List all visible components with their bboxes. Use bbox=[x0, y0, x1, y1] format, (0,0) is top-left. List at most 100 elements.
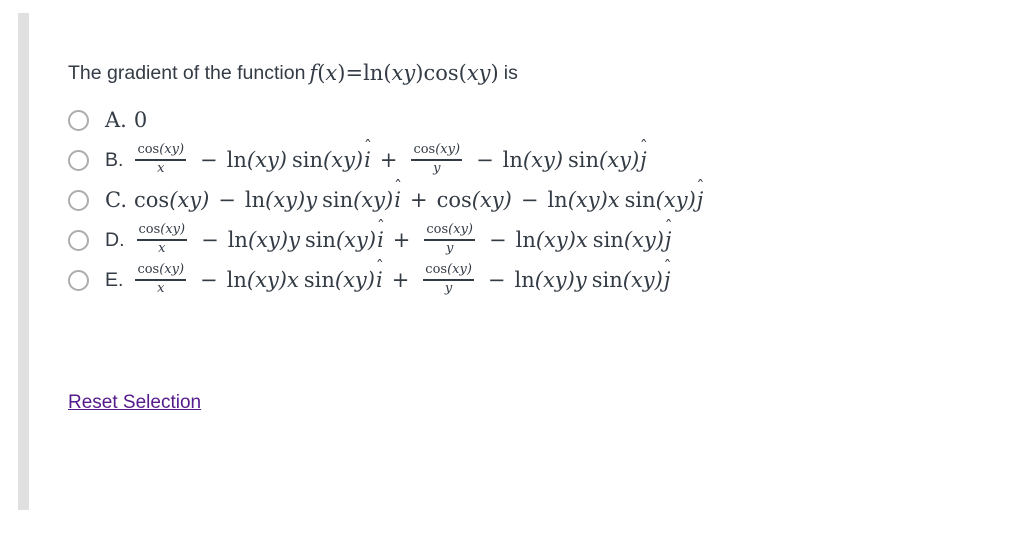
unit-vector-j-icon-b: ˆj bbox=[640, 138, 648, 172]
option-row-d[interactable]: D. cos(xy) x − ln (xy) y sin (xy) ˆ i + cos(xy) … bbox=[68, 218, 1018, 260]
sin-arg-e-j: (xy) bbox=[622, 267, 663, 292]
ln-c-j: ln bbox=[547, 188, 568, 212]
plus-e: + bbox=[391, 267, 410, 292]
reset-selection-link[interactable]: Reset Selection bbox=[68, 392, 201, 414]
sin-arg-b-i: (xy) bbox=[323, 147, 364, 172]
frac-arg-b-j: (xy) bbox=[435, 142, 461, 158]
option-d-frac-num-j: cos(xy) bbox=[424, 222, 475, 239]
option-b-frac-num-j: cos(xy) bbox=[411, 142, 462, 159]
frac-arg-b-i: (xy) bbox=[159, 142, 185, 158]
option-b-fraction-j: cos(xy) y bbox=[411, 142, 463, 176]
frac-arg-e-i: (xy) bbox=[159, 262, 185, 278]
unit-vector-i-icon-b: ˆi bbox=[364, 138, 372, 172]
frac-cos-d-j: cos bbox=[426, 222, 449, 238]
hat-accent-e-j: ˆ bbox=[663, 256, 672, 276]
frac-arg-d-j: (xy) bbox=[448, 222, 473, 238]
question-suffix-text: is bbox=[503, 62, 518, 84]
option-c-expression: cos (xy) − ln (xy) y sin (xy) ˆ i + cos (xy) − ln (xy) x… bbox=[134, 179, 704, 213]
option-row-b[interactable]: B. cos(xy) x − ln (xy) sin (xy) ˆ i + cos(xy) y… bbox=[68, 138, 1018, 180]
option-e-frac-num-j: cos(xy) bbox=[423, 262, 474, 279]
radio-option-b[interactable] bbox=[68, 149, 89, 171]
radio-option-c[interactable] bbox=[68, 189, 89, 211]
sin-e-j: sin bbox=[591, 267, 623, 292]
ln-c-i: ln bbox=[244, 188, 266, 212]
minus-c-j: − bbox=[520, 188, 539, 212]
option-d-fraction-i: cos(xy) x bbox=[136, 222, 188, 256]
option-b-fraction-i: cos(xy) x bbox=[135, 142, 187, 176]
ln-arg-b-j: (xy) bbox=[522, 147, 564, 172]
option-letter-c: C. bbox=[105, 188, 127, 212]
option-letter-a: A. bbox=[105, 108, 127, 132]
option-d-frac-num-i: cos(xy) bbox=[137, 222, 188, 239]
radio-option-d[interactable] bbox=[68, 229, 89, 251]
option-letter-b: B. bbox=[105, 148, 124, 171]
unit-vector-i-icon-c: ˆi bbox=[394, 179, 402, 213]
factor-c-j: x bbox=[607, 188, 620, 212]
ln-b-i: ln bbox=[226, 147, 247, 172]
hat-accent-d-j: ˆ bbox=[664, 216, 673, 236]
sin-b-i: sin bbox=[292, 147, 324, 172]
hat-accent-c-i: ˆ bbox=[393, 177, 402, 196]
factor-e-j: y bbox=[574, 267, 587, 292]
unit-vector-i-icon-d: ˆi bbox=[377, 218, 385, 252]
frac-arg-d-i: (xy) bbox=[160, 222, 186, 238]
formula-cos-close: ) bbox=[490, 61, 499, 85]
sin-arg-d-i: (xy) bbox=[335, 227, 377, 252]
hat-accent-b-i: ˆ bbox=[363, 136, 372, 156]
radio-option-a[interactable] bbox=[68, 109, 89, 131]
frac-arg-e-j: (xy) bbox=[447, 262, 472, 278]
option-row-e[interactable]: E. cos(xy) x − ln (xy) x sin (xy) ˆ i + cos(xy) … bbox=[68, 258, 1018, 300]
sin-c-j: sin bbox=[624, 188, 656, 212]
sin-arg-c-j: (xy) bbox=[655, 188, 696, 212]
ln-arg-c-j: (xy) bbox=[567, 188, 608, 212]
sin-arg-b-j: (xy) bbox=[599, 147, 640, 172]
sin-e-i: sin bbox=[303, 267, 335, 292]
minus-e-i: − bbox=[200, 267, 218, 292]
sin-arg-e-i: (xy) bbox=[334, 267, 375, 292]
cos-c-i: cos bbox=[134, 188, 170, 212]
option-row-a[interactable]: A. 0 bbox=[68, 100, 1018, 140]
option-letter-e: E. bbox=[105, 268, 124, 291]
factor-d-j: x bbox=[575, 227, 588, 252]
ln-d-j: ln bbox=[515, 227, 536, 252]
radio-option-e[interactable] bbox=[68, 269, 89, 291]
option-letter-d: D. bbox=[105, 228, 125, 251]
hat-accent-b-j: ˆ bbox=[639, 136, 648, 156]
factor-c-i: y bbox=[305, 188, 318, 212]
cos-c-j: cos bbox=[436, 188, 472, 212]
factor-e-i: x bbox=[287, 267, 299, 292]
sin-b-j: sin bbox=[568, 147, 600, 172]
ln-e-i: ln bbox=[226, 267, 247, 292]
sin-d-j: sin bbox=[592, 227, 624, 252]
unit-vector-j-icon-d: ˆj bbox=[665, 218, 673, 252]
hat-accent-c-j: ˆ bbox=[696, 177, 705, 196]
page-left-rail bbox=[18, 13, 29, 510]
unit-vector-i-icon-e: ˆi bbox=[376, 258, 384, 292]
sin-arg-d-j: (xy) bbox=[623, 227, 664, 252]
question-content: The gradient of the function f(x)=ln(xy)… bbox=[68, 0, 1018, 540]
plus-d: + bbox=[392, 227, 411, 252]
frac-cos-e-i: cos bbox=[137, 262, 160, 278]
unit-vector-j-icon-e: ˆj bbox=[664, 258, 672, 292]
ln-b-j: ln bbox=[502, 147, 523, 172]
option-d-frac-den-j: y bbox=[446, 240, 454, 256]
formula-x: x bbox=[325, 61, 338, 85]
option-b-expression: cos(xy) x − ln (xy) sin (xy) ˆ i + cos(xy) y − l… bbox=[130, 138, 648, 176]
question-prefix-text: The gradient of the function bbox=[68, 62, 306, 84]
formula-cos: cos bbox=[423, 61, 459, 85]
formula-cos-open: ( bbox=[458, 61, 467, 85]
plus-b: + bbox=[379, 147, 398, 172]
frac-cos-e-j: cos bbox=[425, 262, 448, 278]
option-b-frac-den-i: x bbox=[157, 160, 165, 176]
option-row-c[interactable]: C. cos (xy) − ln (xy) y sin (xy) ˆ i + cos (xy) − ln (x… bbox=[68, 179, 1018, 220]
minus-b-i: − bbox=[200, 147, 218, 172]
ln-d-i: ln bbox=[227, 227, 248, 252]
factor-d-i: y bbox=[288, 227, 300, 252]
formula-ln: ln bbox=[363, 61, 384, 85]
option-e-expression: cos(xy) x − ln (xy) x sin (xy) ˆ i + cos(xy) y −… bbox=[130, 258, 672, 296]
option-e-fraction-j: cos(xy) y bbox=[423, 262, 474, 296]
cos-arg-c-j: (xy) bbox=[471, 188, 512, 212]
cos-arg-c-i: (xy) bbox=[169, 188, 210, 212]
plus-c: + bbox=[409, 188, 428, 212]
frac-cos-d-i: cos bbox=[138, 222, 161, 238]
